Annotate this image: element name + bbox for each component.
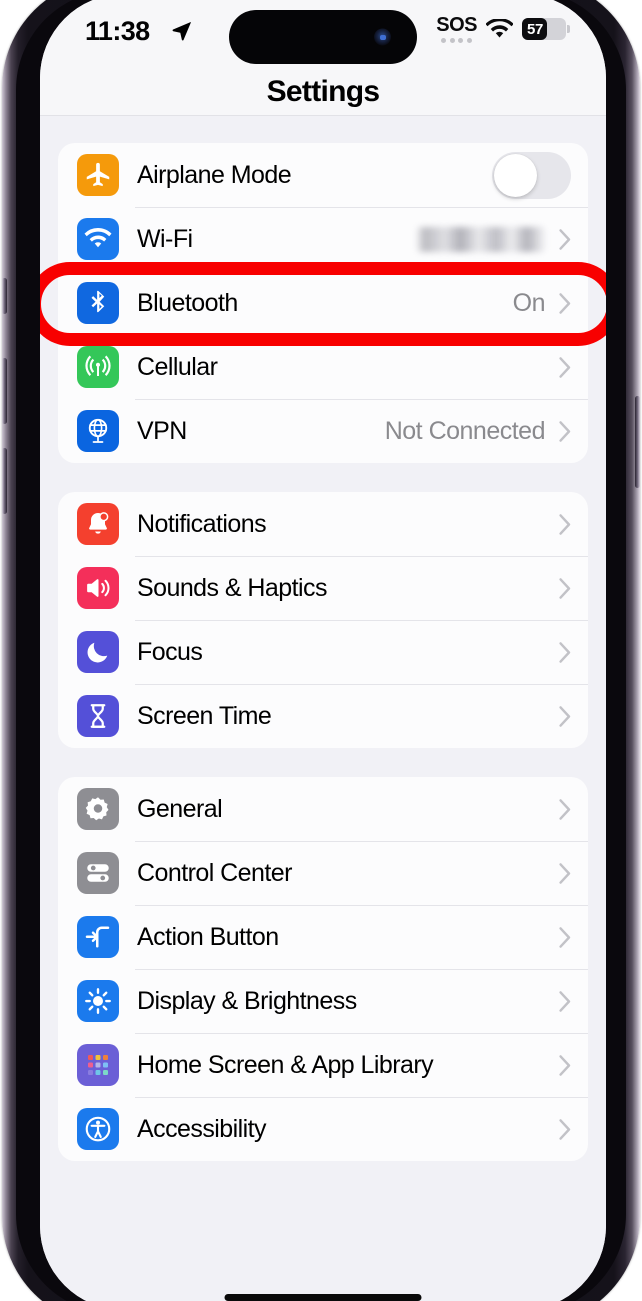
settings-row-accessibility[interactable]: Accessibility (58, 1097, 588, 1161)
settings-row-sounds-haptics[interactable]: Sounds & Haptics (58, 556, 588, 620)
toggle-knob (494, 153, 537, 197)
cellular-antenna-icon (77, 346, 119, 388)
settings-row-display-brightness[interactable]: Display & Brightness (58, 969, 588, 1033)
chevron-right-icon (559, 926, 571, 948)
row-label: Wi-Fi (137, 224, 193, 253)
wifi-icon (77, 218, 119, 260)
volume-up-button[interactable] (2, 358, 7, 424)
settings-row-general[interactable]: General (58, 777, 588, 841)
row-value: On (512, 288, 546, 317)
chevron-right-icon (559, 513, 571, 535)
settings-row-cellular[interactable]: Cellular (58, 335, 588, 399)
settings-row-control-center[interactable]: Control Center (58, 841, 588, 905)
row-label: Control Center (137, 858, 292, 887)
row-label: Accessibility (137, 1114, 267, 1143)
front-camera-icon (374, 28, 391, 46)
signal-dots-icon (441, 38, 472, 43)
settings-row-airplane-mode[interactable]: Airplane Mode (58, 143, 588, 207)
settings-row-home-screen[interactable]: Home Screen & App Library (58, 1033, 588, 1097)
vpn-globe-icon (77, 410, 119, 452)
navigation-bar: Settings (40, 68, 606, 116)
airplane-mode-toggle[interactable] (492, 151, 571, 199)
wifi-icon (486, 19, 513, 38)
settings-list[interactable]: Airplane Mode Wi-Fi Bluetooth On Cellular VPN… (40, 117, 606, 1301)
settings-row-screen-time[interactable]: Screen Time (58, 684, 588, 748)
row-label: Notifications (137, 509, 267, 538)
battery-indicator: 57 (522, 18, 570, 40)
row-label: Cellular (137, 352, 218, 381)
chevron-right-icon (559, 1054, 571, 1076)
mute-switch-button[interactable] (2, 278, 7, 314)
wifi-network-name-redacted (417, 226, 545, 252)
bluetooth-icon (77, 282, 119, 324)
chevron-right-icon (559, 862, 571, 884)
dynamic-island (229, 10, 417, 64)
settings-group-connectivity: Airplane Mode Wi-Fi Bluetooth On Cellular VPN… (58, 143, 588, 463)
chevron-right-icon (559, 1118, 571, 1140)
chevron-right-icon (559, 356, 571, 378)
speaker-waves-icon (77, 567, 119, 609)
settings-row-notifications[interactable]: Notifications (58, 492, 588, 556)
row-label: VPN (137, 416, 187, 445)
row-label: Sounds & Haptics (137, 573, 327, 602)
settings-group-alerts: Notifications Sounds & Haptics Focus Screen… (58, 492, 588, 748)
row-label: Home Screen & App Library (137, 1050, 434, 1079)
settings-row-focus[interactable]: Focus (58, 620, 588, 684)
side-power-button[interactable] (635, 396, 640, 488)
settings-row-vpn[interactable]: VPN Not Connected (58, 399, 588, 463)
row-label: Bluetooth (137, 288, 238, 317)
row-label: General (137, 794, 223, 823)
row-label: Display & Brightness (137, 986, 357, 1015)
chevron-right-icon (559, 577, 571, 599)
sos-label: SOS (436, 14, 477, 36)
row-label: Airplane Mode (137, 160, 292, 189)
chevron-right-icon (559, 228, 571, 250)
settings-row-action-button[interactable]: Action Button (58, 905, 588, 969)
status-indicators: SOS 57 (436, 15, 570, 43)
chevron-right-icon (559, 990, 571, 1012)
phone-screen: 11:38 SOS 57 Settings Airplane Mode Wi-F… (40, 0, 606, 1301)
sos-indicator: SOS (436, 15, 477, 43)
chevron-right-icon (559, 798, 571, 820)
location-arrow-icon (172, 22, 191, 41)
row-label: Action Button (137, 922, 279, 951)
bell-badge-icon (77, 503, 119, 545)
brightness-sun-icon (77, 980, 119, 1022)
volume-down-button[interactable] (2, 448, 7, 514)
settings-group-system: General Control Center Action Button Displa… (58, 777, 588, 1161)
chevron-right-icon (559, 705, 571, 727)
moon-icon (77, 631, 119, 673)
screenshot-stage: 11:38 SOS 57 Settings Airplane Mode Wi-F… (0, 0, 642, 1301)
phone-frame: 11:38 SOS 57 Settings Airplane Mode Wi-F… (2, 0, 640, 1301)
battery-percent-label: 57 (527, 20, 544, 38)
page-title: Settings (266, 74, 380, 108)
row-value: Not Connected (384, 416, 546, 445)
app-grid-icon (77, 1044, 119, 1086)
action-button-icon (77, 916, 119, 958)
accessibility-person-icon (77, 1108, 119, 1150)
home-indicator[interactable] (224, 1294, 422, 1301)
chevron-right-icon (559, 641, 571, 663)
chevron-right-icon (559, 292, 571, 314)
chevron-right-icon (559, 420, 571, 442)
row-label: Focus (137, 637, 203, 666)
row-label: Screen Time (137, 701, 272, 730)
hourglass-icon (77, 695, 119, 737)
airplane-icon (77, 154, 119, 196)
settings-row-wifi[interactable]: Wi-Fi (58, 207, 588, 271)
settings-row-bluetooth[interactable]: Bluetooth On (58, 271, 588, 335)
sliders-icon (77, 852, 119, 894)
gear-icon (77, 788, 119, 830)
status-time: 11:38 (85, 16, 150, 46)
